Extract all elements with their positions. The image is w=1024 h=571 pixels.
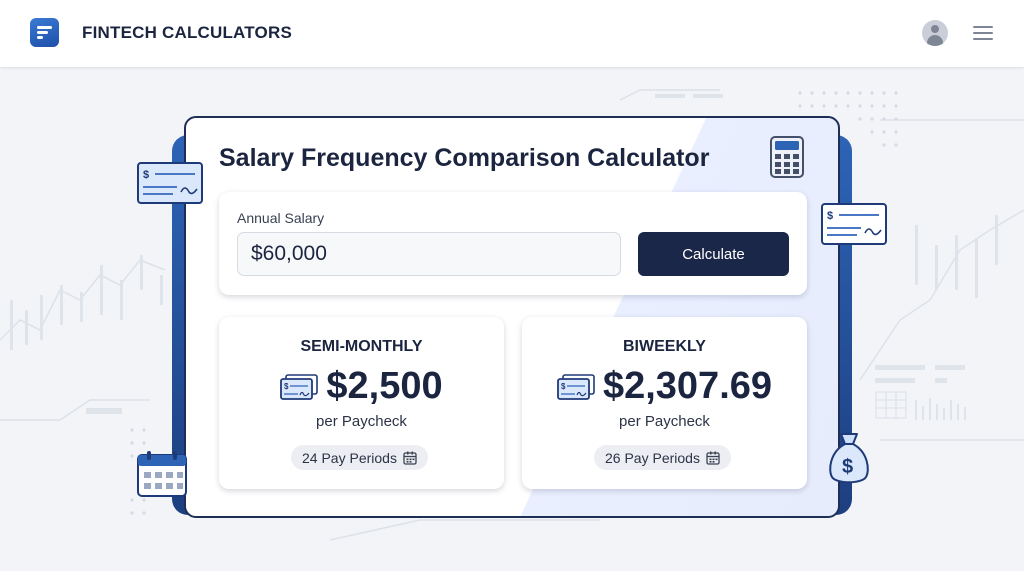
money-bag-icon: $ — [829, 433, 869, 484]
check-icon: $ — [137, 162, 203, 204]
calendar-icon — [403, 451, 417, 465]
svg-text:$: $ — [842, 456, 853, 478]
calculator-card: Salary Frequency Comparison Calculator A… — [184, 116, 840, 518]
user-avatar-icon[interactable] — [922, 20, 948, 46]
calculator-title: Salary Frequency Comparison Calculator — [219, 144, 710, 172]
per-paycheck-label: per Paycheck — [316, 413, 407, 430]
calculator-icon — [770, 136, 804, 178]
paycheck-amount: $2,307.69 — [602, 365, 773, 407]
pay-periods-badge: 26 Pay Periods — [594, 445, 731, 470]
hamburger-menu-icon[interactable] — [973, 24, 995, 42]
app-title: FINTECH CALCULATORS — [82, 23, 292, 42]
pay-periods-label: 26 Pay Periods — [605, 449, 700, 466]
annual-salary-input[interactable] — [237, 232, 621, 276]
pay-periods-label: 24 Pay Periods — [302, 449, 397, 466]
result-card-semi-monthly: SEMI-MONTHLY $ $2,500 per Paycheck 24 Pa… — [219, 317, 504, 489]
result-heading: SEMI-MONTHLY — [300, 338, 423, 355]
top-bar: FINTECH CALCULATORS — [0, 0, 1024, 67]
check-icon: $ — [821, 203, 887, 245]
svg-text:$: $ — [143, 169, 149, 181]
salary-input-panel: Annual Salary Calculate — [219, 192, 807, 295]
calculate-button[interactable]: Calculate — [638, 232, 789, 276]
svg-text:$: $ — [827, 210, 833, 222]
check-icon: $ — [557, 373, 595, 400]
paycheck-amount: $2,500 — [326, 365, 443, 407]
per-paycheck-label: per Paycheck — [619, 413, 710, 430]
svg-text:$: $ — [561, 382, 566, 391]
calendar-icon — [706, 451, 720, 465]
annual-salary-label: Annual Salary — [237, 210, 325, 226]
svg-text:$: $ — [284, 382, 289, 391]
result-heading: BIWEEKLY — [623, 338, 706, 355]
app-logo[interactable] — [30, 18, 59, 47]
calendar-icon — [137, 451, 187, 497]
pay-periods-badge: 24 Pay Periods — [291, 445, 428, 470]
check-icon: $ — [280, 373, 319, 400]
result-card-biweekly: BIWEEKLY $ $2,307.69 per Paycheck 26 Pay… — [522, 317, 807, 489]
